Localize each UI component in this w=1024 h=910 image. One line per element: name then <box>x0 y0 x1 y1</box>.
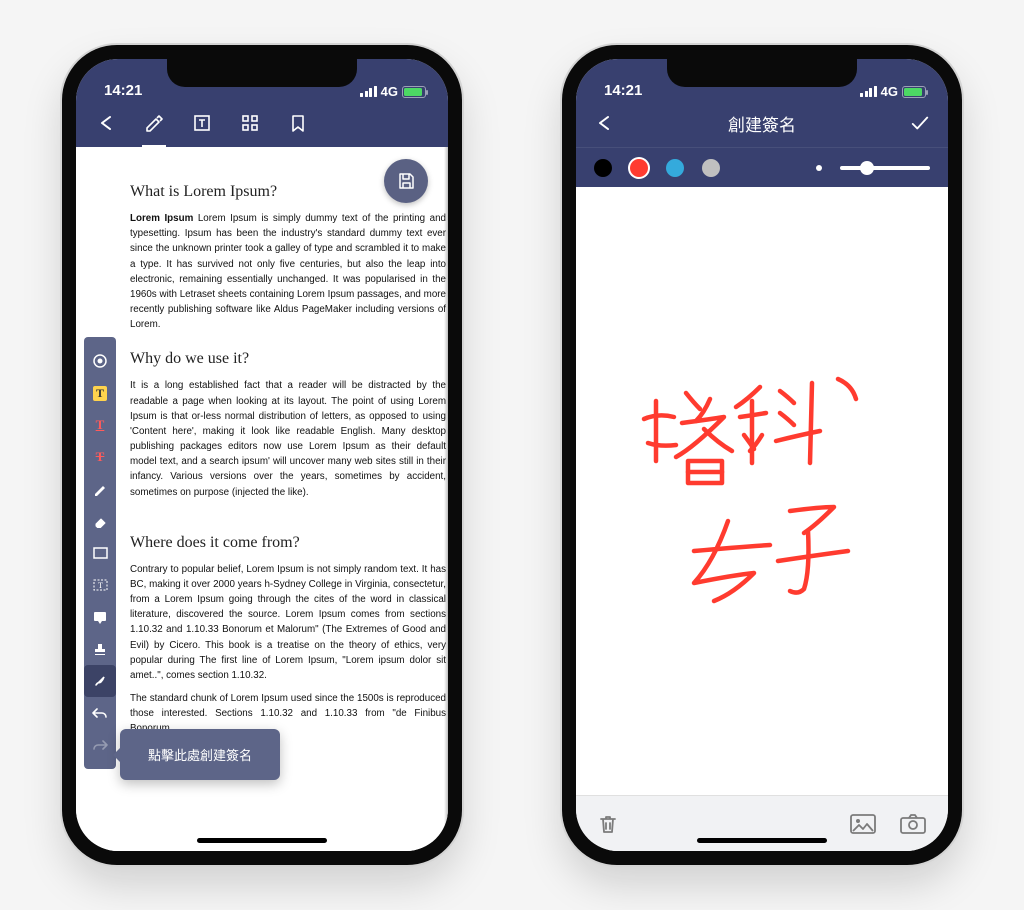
home-indicator[interactable] <box>197 838 327 843</box>
status-time: 14:21 <box>104 82 142 99</box>
color-blue[interactable] <box>666 159 684 177</box>
back-button[interactable] <box>96 113 116 133</box>
tool-signature-icon[interactable] <box>84 665 116 697</box>
screen-right: 14:21 4G 創建簽名 <box>576 59 948 851</box>
tooltip-text: 點擊此處創建簽名 <box>148 748 252 763</box>
tool-textbox-icon[interactable]: T <box>84 569 116 601</box>
tool-target-icon[interactable] <box>84 345 116 377</box>
status-time: 14:21 <box>604 82 642 99</box>
heading-2: Why do we use it? <box>130 350 446 368</box>
paragraph-3: Contrary to popular belief, Lorem Ipsum … <box>130 562 446 683</box>
signal-icon <box>360 86 377 97</box>
text-tab[interactable] <box>192 113 212 133</box>
handwriting-strokes <box>576 187 948 795</box>
signature-tooltip: 點擊此處創建簽名 <box>120 729 280 780</box>
top-toolbar <box>76 99 448 147</box>
color-red[interactable] <box>630 159 648 177</box>
tool-text-strike-icon[interactable]: T <box>84 441 116 473</box>
status-right: 4G <box>360 84 426 99</box>
color-black[interactable] <box>594 159 612 177</box>
bookmark-tab[interactable] <box>288 113 308 133</box>
brush-size-icon <box>816 165 822 171</box>
save-button[interactable] <box>384 159 428 203</box>
network-label: 4G <box>381 84 398 99</box>
tool-note-icon[interactable] <box>84 601 116 633</box>
image-button[interactable] <box>850 813 876 835</box>
status-bar: 14:21 4G <box>576 59 948 99</box>
signature-canvas[interactable] <box>576 187 948 795</box>
tool-rect-icon[interactable] <box>84 537 116 569</box>
tool-text-red-icon[interactable]: T <box>84 409 116 441</box>
phone-right: 14:21 4G 創建簽名 <box>562 45 962 865</box>
tool-redo-icon <box>84 729 116 761</box>
status-right: 4G <box>860 84 926 99</box>
camera-button[interactable] <box>900 813 926 835</box>
confirm-button[interactable] <box>910 113 930 133</box>
grid-tab[interactable] <box>240 113 260 133</box>
svg-text:T: T <box>98 581 103 590</box>
color-gray[interactable] <box>702 159 720 177</box>
tool-stamp-icon[interactable] <box>84 633 116 665</box>
page-title: 創建簽名 <box>728 111 796 136</box>
signature-header: 創建簽名 <box>576 99 948 147</box>
battery-icon <box>902 86 926 98</box>
document-content[interactable]: What is Lorem Ipsum? Lorem Ipsum Lorem I… <box>118 157 448 737</box>
annotation-sidebar: T T T T <box>84 337 116 769</box>
phone-left: 14:21 4G <box>62 45 462 865</box>
brush-size-slider[interactable] <box>840 166 930 170</box>
home-indicator[interactable] <box>697 838 827 843</box>
brush-settings-bar <box>576 147 948 187</box>
document-area: What is Lorem Ipsum? Lorem Ipsum Lorem I… <box>76 147 448 851</box>
network-label: 4G <box>881 84 898 99</box>
screen-left: 14:21 4G <box>76 59 448 851</box>
signal-icon <box>860 86 877 97</box>
heading-3: Where does it come from? <box>130 534 446 552</box>
delete-button[interactable] <box>598 813 618 835</box>
battery-icon <box>402 86 426 98</box>
status-bar: 14:21 4G <box>76 59 448 99</box>
tool-undo-icon[interactable] <box>84 697 116 729</box>
tool-highlight-icon[interactable]: T <box>84 377 116 409</box>
back-button[interactable] <box>594 113 614 133</box>
paragraph-2: It is a long established fact that a rea… <box>130 378 446 499</box>
tool-eraser-icon[interactable] <box>84 505 116 537</box>
tool-pen-icon[interactable] <box>84 473 116 505</box>
paragraph-1: Lorem Ipsum Lorem Ipsum is simply dummy … <box>130 211 446 332</box>
edit-tab[interactable] <box>144 113 164 133</box>
